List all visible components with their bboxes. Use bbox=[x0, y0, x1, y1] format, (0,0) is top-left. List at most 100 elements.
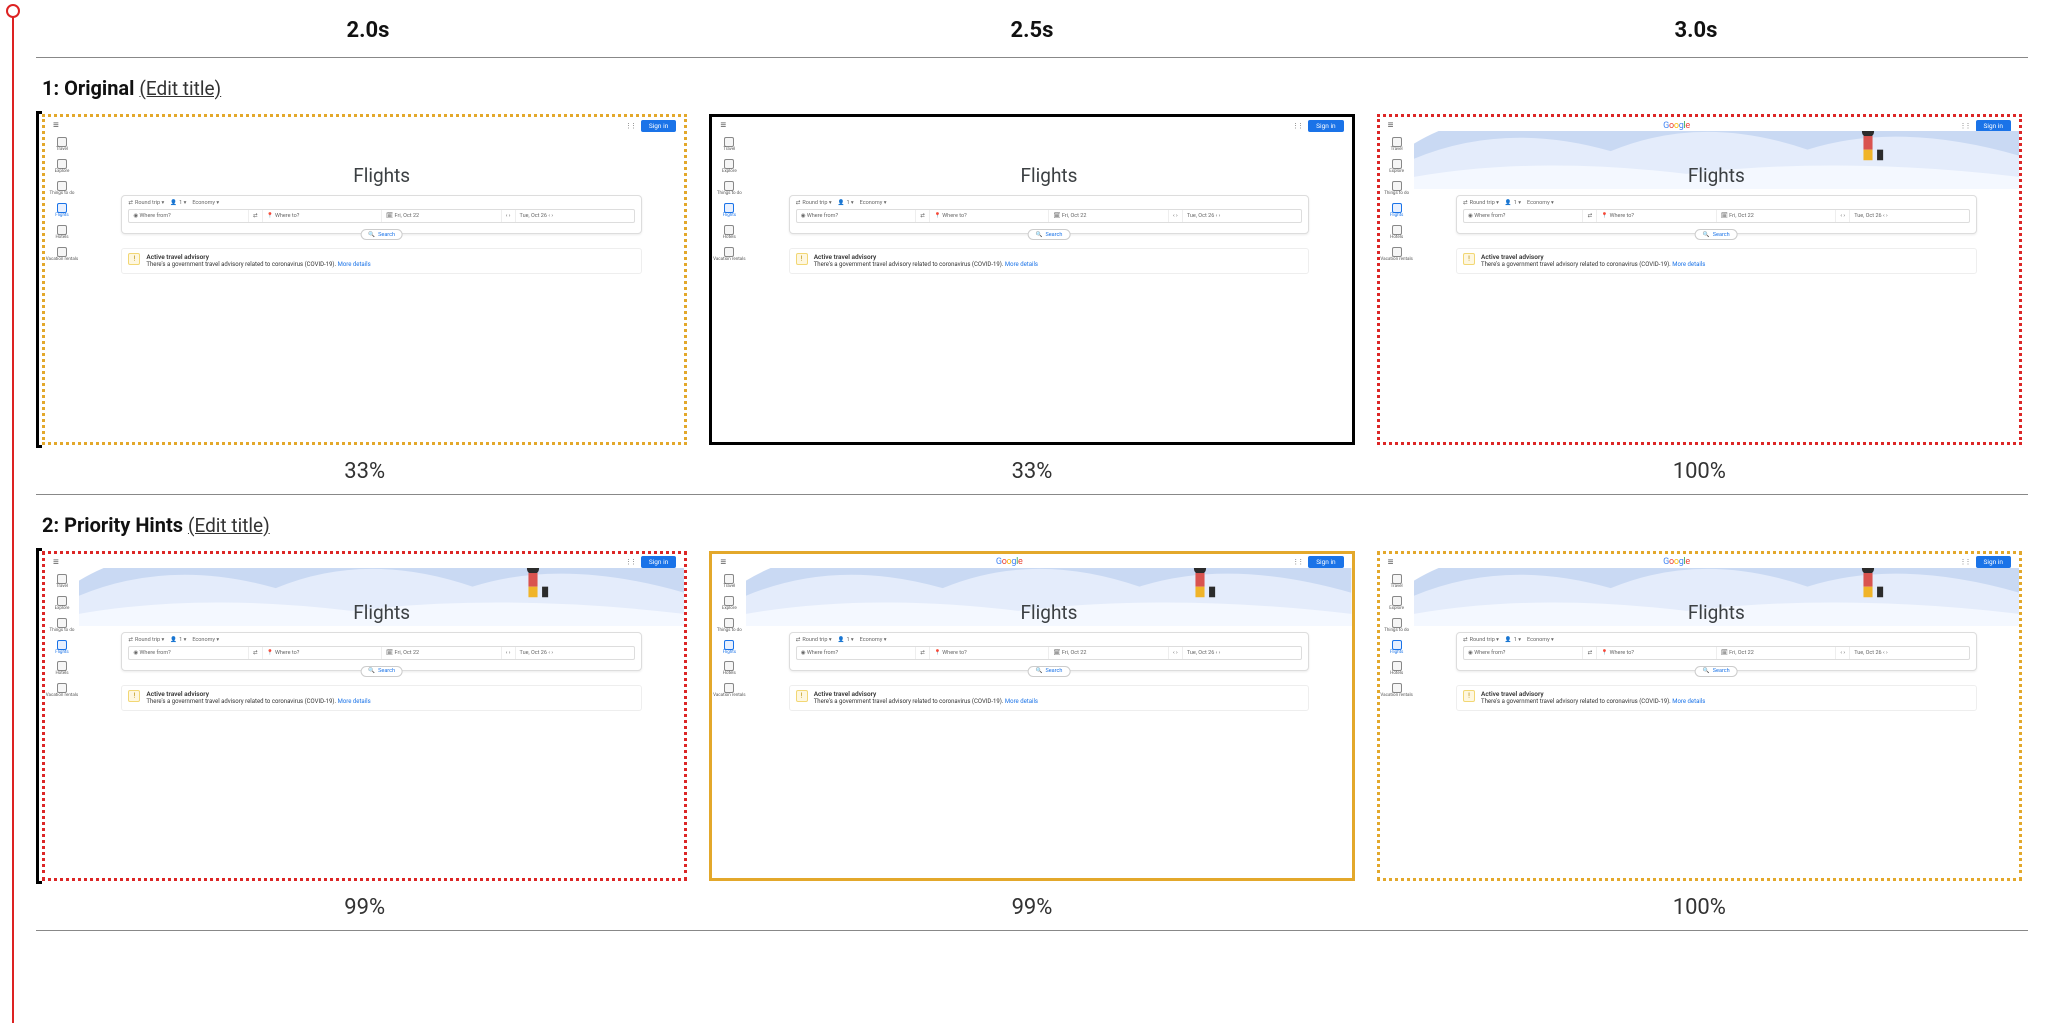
swap-icon: ⇄ bbox=[916, 647, 930, 659]
sidebar-item-label: Travel bbox=[56, 148, 68, 153]
date-out-field: 🗓 Fri, Oct 22 bbox=[1717, 647, 1836, 659]
sidebar-item-label: Flights bbox=[55, 214, 68, 219]
sidebar-item: Explore bbox=[1389, 596, 1404, 612]
sidebar-item: Explore bbox=[722, 159, 737, 175]
sidebar-item-label: Vacation rentals bbox=[46, 694, 78, 699]
search-icon: 🔍 bbox=[1703, 232, 1710, 238]
flights-page-thumbnail: ≡Google⋮⋮Sign inTravelExploreThings to d… bbox=[1380, 117, 2019, 442]
hamburger-icon: ≡ bbox=[1388, 120, 1394, 131]
sidebar-item: Flights bbox=[55, 203, 68, 219]
signin-button: Sign in bbox=[641, 120, 676, 132]
flights-sidebar: TravelExploreThings to doFlightsHotelsVa… bbox=[712, 131, 746, 442]
swap-icon: ⇄ bbox=[916, 210, 930, 222]
hero-illustration: Flights bbox=[746, 568, 1351, 626]
sidebar-item-icon bbox=[724, 661, 734, 671]
apps-icon: ⋮⋮ bbox=[625, 558, 635, 566]
sidebar-item-label: Hotels bbox=[55, 672, 68, 677]
search-button: 🔍 Search bbox=[360, 229, 403, 240]
date-sep: ‹ › bbox=[502, 647, 516, 659]
trip-type-select: ⇄ Round trip ▾ bbox=[796, 200, 832, 206]
date-sep: ‹ › bbox=[1169, 210, 1183, 222]
passenger-select: 👤 1 ▾ bbox=[170, 200, 186, 206]
time-header-cell: 2.5s bbox=[700, 18, 1364, 43]
apps-icon: ⋮⋮ bbox=[625, 122, 635, 130]
date-sep: ‹ › bbox=[502, 210, 516, 222]
apps-icon: ⋮⋮ bbox=[1292, 558, 1302, 566]
sidebar-item-label: Flights bbox=[723, 651, 736, 656]
hero-illustration: Flights bbox=[79, 131, 684, 189]
sidebar-item-label: Explore bbox=[1389, 607, 1404, 612]
hamburger-icon: ≡ bbox=[720, 557, 726, 568]
apps-icon: ⋮⋮ bbox=[1960, 122, 1970, 130]
sidebar-item: Vacation rentals bbox=[713, 683, 745, 699]
frame-screenshot[interactable]: ≡⋮⋮Sign inTravelExploreThings to doFligh… bbox=[709, 114, 1354, 445]
from-field: ◉ Where from? bbox=[129, 210, 248, 222]
sidebar-item-icon bbox=[57, 203, 67, 213]
page-title: Flights bbox=[746, 164, 1351, 187]
edit-title-link[interactable]: (Edit title) bbox=[188, 514, 270, 537]
sidebar-item-icon bbox=[57, 596, 67, 606]
sidebar-item-icon bbox=[1392, 618, 1402, 628]
sidebar-item-label: Flights bbox=[1390, 651, 1403, 656]
sidebar-item-icon bbox=[724, 618, 734, 628]
visual-complete-pct: 99% bbox=[1012, 895, 1053, 920]
sidebar-item-label: Explore bbox=[722, 170, 737, 175]
warning-icon: ! bbox=[796, 690, 808, 702]
advisory-banner: !Active travel advisoryThere's a governm… bbox=[789, 685, 1310, 711]
to-field: 📍 Where to? bbox=[930, 647, 1049, 659]
sidebar-item: Explore bbox=[1389, 159, 1404, 175]
sidebar-item: Vacation rentals bbox=[1380, 683, 1412, 699]
advisory-banner: !Active travel advisoryThere's a governm… bbox=[1456, 248, 1977, 274]
sidebar-item: Vacation rentals bbox=[46, 247, 78, 263]
hero-illustration: Flights bbox=[1414, 131, 2019, 189]
sidebar-item-icon bbox=[1392, 683, 1402, 693]
frame-screenshot[interactable]: ≡Google⋮⋮Sign inTravelExploreThings to d… bbox=[709, 551, 1354, 882]
sidebar-item-icon bbox=[57, 247, 67, 257]
signin-button: Sign in bbox=[641, 556, 676, 568]
page-title: Flights bbox=[746, 601, 1351, 624]
from-field: ◉ Where from? bbox=[797, 210, 916, 222]
search-card: ⇄ Round trip ▾👤 1 ▾ Economy ▾◉ Where fro… bbox=[789, 632, 1310, 671]
warning-icon: ! bbox=[1463, 690, 1475, 702]
hamburger-icon: ≡ bbox=[53, 120, 59, 131]
date-sep: ‹ › bbox=[1836, 647, 1850, 659]
flights-sidebar: TravelExploreThings to doFlightsHotelsVa… bbox=[1380, 131, 1414, 442]
sidebar-item-icon bbox=[724, 137, 734, 147]
google-logo: Google bbox=[1663, 121, 1690, 131]
sidebar-item-icon bbox=[1392, 203, 1402, 213]
sidebar-item-label: Travel bbox=[1391, 148, 1403, 153]
edit-title-link[interactable]: (Edit title) bbox=[139, 77, 221, 100]
sidebar-item: Flights bbox=[1390, 640, 1403, 656]
filmstrip-comparison: 2.0s2.5s3.0s 1: Original (Edit title)≡⋮⋮… bbox=[36, 0, 2048, 931]
time-header-cell: 2.0s bbox=[36, 18, 700, 43]
frame-screenshot[interactable]: ≡Google⋮⋮Sign inTravelExploreThings to d… bbox=[1377, 551, 2022, 882]
frame-screenshot[interactable]: ≡⋮⋮Sign inTravelExploreThings to doFligh… bbox=[42, 114, 687, 445]
trip-type-select: ⇄ Round trip ▾ bbox=[128, 637, 164, 643]
from-field: ◉ Where from? bbox=[129, 647, 248, 659]
advisory-more-link: More details bbox=[1005, 698, 1038, 705]
sidebar-item-label: Travel bbox=[1391, 585, 1403, 590]
sidebar-item-label: Vacation rentals bbox=[1380, 258, 1412, 263]
sidebar-item-icon bbox=[724, 225, 734, 235]
date-out-field: 🗓 Fri, Oct 22 bbox=[1049, 647, 1168, 659]
search-button: 🔍 Search bbox=[1028, 229, 1071, 240]
hero-illustration: Flights bbox=[1414, 568, 2019, 626]
sidebar-item-icon bbox=[1392, 574, 1402, 584]
sidebar-item-label: Things to do bbox=[717, 629, 742, 634]
sidebar-item-label: Flights bbox=[1390, 214, 1403, 219]
search-button: 🔍 Search bbox=[1028, 666, 1071, 677]
class-select: Economy ▾ bbox=[1527, 200, 1554, 206]
frame-screenshot[interactable]: ≡Google⋮⋮Sign inTravelExploreThings to d… bbox=[1377, 114, 2022, 445]
flights-sidebar: TravelExploreThings to doFlightsHotelsVa… bbox=[1380, 568, 1414, 879]
visual-complete-pct: 100% bbox=[1673, 895, 1726, 920]
sidebar-item-label: Hotels bbox=[55, 236, 68, 241]
search-card: ⇄ Round trip ▾👤 1 ▾ Economy ▾◉ Where fro… bbox=[121, 632, 642, 671]
timeline-marker bbox=[6, 4, 20, 18]
sidebar-item-label: Hotels bbox=[723, 236, 736, 241]
date-out-field: 🗓 Fri, Oct 22 bbox=[382, 210, 501, 222]
sidebar-item: Travel bbox=[723, 137, 735, 153]
frame-screenshot[interactable]: ≡⋮⋮Sign inTravelExploreThings to doFligh… bbox=[42, 551, 687, 882]
sidebar-item: Flights bbox=[723, 203, 736, 219]
search-card: ⇄ Round trip ▾👤 1 ▾ Economy ▾◉ Where fro… bbox=[1456, 632, 1977, 671]
class-select: Economy ▾ bbox=[192, 200, 219, 206]
